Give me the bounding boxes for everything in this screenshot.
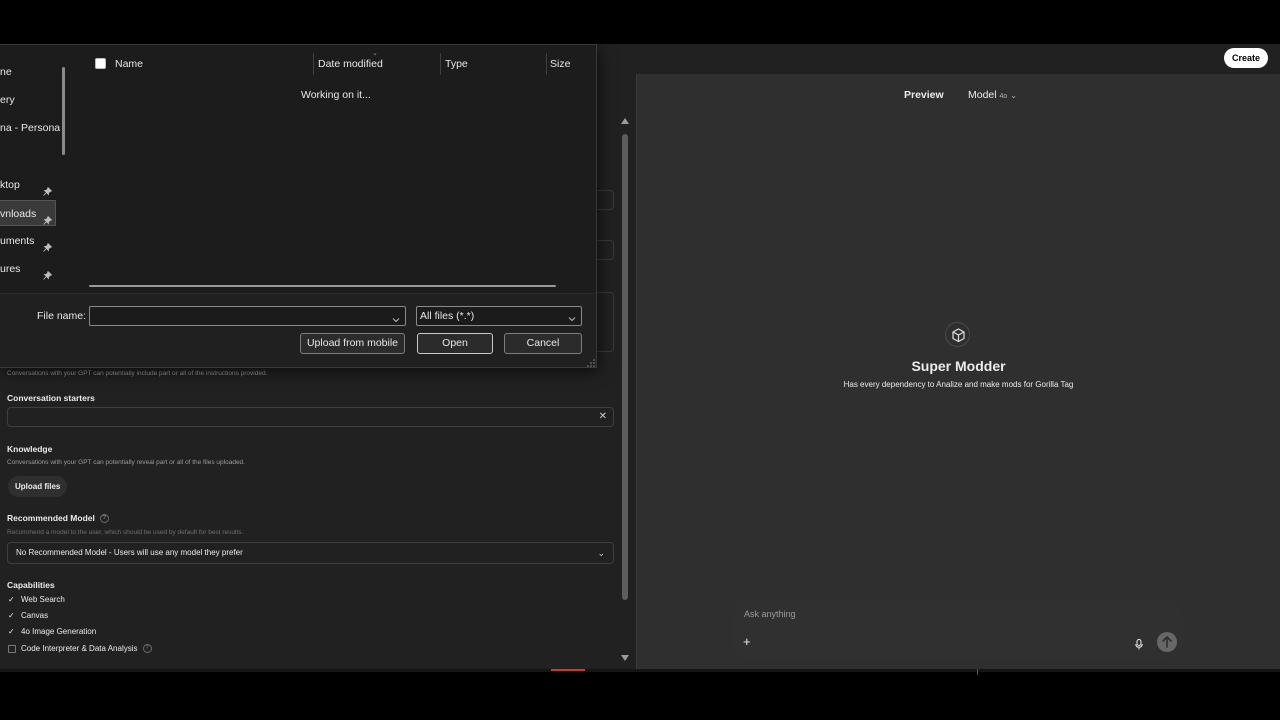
composer-placeholder: Ask anything	[744, 609, 796, 619]
capability-label: Canvas	[21, 611, 49, 620]
preview-panel: Preview Model 4o ⌄ Super Modder Has ever…	[637, 74, 1280, 669]
scrollbar-thumb[interactable]	[622, 134, 628, 600]
chevron-down-icon: ⌄	[1010, 91, 1017, 100]
plus-icon[interactable]: +	[743, 635, 751, 648]
send-button[interactable]	[1157, 632, 1177, 652]
gpt-cube-icon	[945, 322, 970, 347]
nav-item-label: ures	[0, 263, 21, 275]
upload-files-button[interactable]: Upload files	[8, 476, 68, 497]
nav-scrollbar[interactable]	[62, 67, 65, 155]
file-type-value: All files (*.*)	[420, 310, 475, 322]
taskbar-indicator	[551, 669, 585, 671]
nav-item-home[interactable]: ne	[0, 59, 56, 85]
file-name-label: File name:	[37, 310, 87, 322]
model-label: Model	[968, 89, 997, 101]
resize-grip-icon[interactable]	[587, 359, 595, 367]
nav-item-pictures[interactable]: ures	[0, 256, 56, 282]
file-open-dialog: ne ery na - Personal ktop vnloads uments…	[0, 44, 597, 368]
recommended-model-value: No Recommended Model - Users will use an…	[16, 548, 243, 557]
nav-item-label: ne	[0, 66, 12, 78]
dialog-footer: File name: All files (*.*) Upload from m…	[0, 293, 596, 367]
capability-label: Web Search	[21, 595, 65, 604]
cancel-button[interactable]: Cancel	[504, 333, 582, 354]
taskbar-divider	[977, 669, 978, 675]
column-separator[interactable]	[546, 53, 547, 75]
configure-scrollbar[interactable]	[620, 74, 630, 669]
taskbar-edge	[0, 669, 1280, 675]
navigation-pane: ne ery na - Personal ktop vnloads uments…	[0, 45, 70, 293]
recommended-model-label: Recommended Model	[7, 513, 95, 523]
checkbox-unchecked-icon[interactable]	[8, 645, 16, 653]
recommended-model-hint: Recommend a model to the user, which sho…	[7, 529, 244, 536]
starters-label: Conversation starters	[7, 393, 95, 403]
instructions-hint: Conversations with your GPT can potentia…	[7, 370, 268, 377]
capability-label: 4o Image Generation	[21, 627, 97, 636]
chevron-down-icon: ⌄	[597, 548, 605, 558]
nav-item-label: uments	[0, 235, 35, 247]
chat-composer[interactable]: Ask anything +	[732, 600, 1183, 660]
nav-item-gallery[interactable]: ery	[0, 87, 56, 113]
model-version: 4o	[999, 93, 1008, 100]
close-icon[interactable]: ✕	[599, 411, 607, 422]
create-button[interactable]: Create	[1223, 48, 1268, 68]
capabilities-label: Capabilities	[7, 580, 55, 590]
scroll-up-arrow-icon[interactable]	[621, 118, 629, 124]
microphone-icon[interactable]	[1135, 637, 1143, 655]
nav-item-label: vnloads	[0, 208, 37, 220]
preview-header: Preview Model 4o ⌄	[637, 89, 1280, 105]
nav-item-downloads[interactable]: vnloads	[0, 200, 56, 226]
upload-from-mobile-button[interactable]: Upload from mobile	[300, 333, 405, 354]
file-type-select[interactable]: All files (*.*)	[416, 306, 582, 326]
knowledge-label: Knowledge	[7, 444, 53, 454]
chevron-down-icon[interactable]	[392, 311, 400, 329]
column-date-modified[interactable]: Date modified	[318, 58, 383, 70]
column-separator[interactable]	[440, 53, 441, 75]
knowledge-hint: Conversations with your GPT can potentia…	[7, 459, 245, 466]
open-button[interactable]: Open	[417, 333, 493, 354]
checkbox-checked-icon[interactable]: ✓	[8, 612, 16, 620]
nav-item-label: ery	[0, 94, 15, 106]
column-separator[interactable]	[313, 53, 314, 75]
nav-item-desktop[interactable]: ktop	[0, 172, 56, 198]
chevron-down-icon	[568, 311, 576, 329]
pin-icon	[43, 180, 53, 198]
column-type[interactable]: Type	[445, 58, 468, 70]
nav-item-documents[interactable]: uments	[0, 228, 56, 254]
gpt-description: Has every dependency to Analize and make…	[843, 380, 1074, 389]
model-selector[interactable]: Model 4o ⌄	[968, 89, 1017, 101]
capability-label: Code Interpreter & Data Analysis?	[21, 643, 152, 655]
pin-icon	[43, 236, 53, 254]
help-icon[interactable]: ?	[142, 644, 152, 654]
preview-tab[interactable]: Preview	[904, 89, 944, 101]
select-all-checkbox[interactable]	[95, 58, 106, 69]
help-icon[interactable]: ?	[99, 514, 109, 524]
file-list-header: Name ⌄ Date modified Type Size	[80, 50, 595, 75]
nav-item-label: na - Personal	[0, 122, 60, 134]
recommended-model-heading: Recommended Model?	[7, 513, 109, 524]
scroll-down-arrow-icon[interactable]	[621, 655, 629, 661]
file-name-input[interactable]	[89, 306, 406, 326]
column-size[interactable]: Size	[550, 58, 570, 70]
nav-item-onedrive[interactable]: na - Personal	[0, 115, 60, 141]
column-name[interactable]: Name	[115, 58, 143, 70]
loading-status: Working on it...	[301, 89, 371, 101]
pin-icon	[43, 209, 53, 225]
recommended-model-select[interactable]: No Recommended Model - Users will use an…	[7, 542, 614, 564]
pin-icon	[43, 264, 53, 282]
conversation-starter-input[interactable]: ✕	[7, 407, 614, 427]
file-list-horizontal-scrollbar[interactable]	[89, 285, 556, 287]
sort-chevron-icon: ⌄	[372, 50, 378, 57]
checkbox-checked-icon[interactable]: ✓	[8, 628, 16, 636]
gpt-name: Super Modder	[911, 358, 1006, 374]
checkbox-checked-icon[interactable]: ✓	[8, 596, 16, 604]
nav-item-label: ktop	[0, 179, 20, 191]
